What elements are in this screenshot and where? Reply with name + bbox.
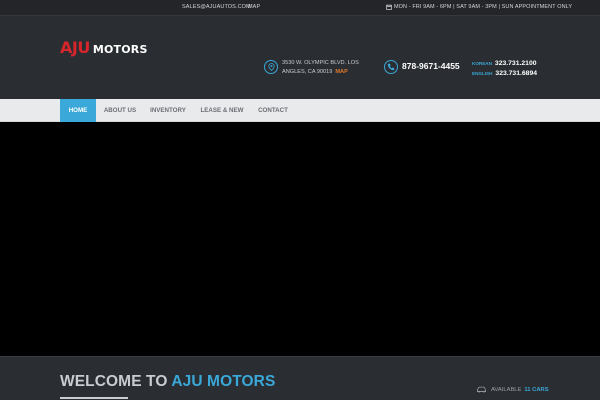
address-map-link[interactable]: MAP: [335, 69, 347, 75]
phone-icon: [384, 60, 398, 74]
nav-item-about-us[interactable]: ABOUT US: [98, 99, 142, 122]
main-nav: HOME ABOUT US INVENTORY LEASE & NEW CONT…: [0, 99, 600, 122]
site-header: AJU MOTORS 3530 W. OLYMPIC BLVD. LOS ANG…: [0, 16, 600, 100]
hero-slider[interactable]: [0, 122, 600, 356]
business-hours-text: MON - FRI 9AM - 6PM | SAT 9AM - 3PM | SU…: [394, 4, 573, 10]
language-phone-lines: KOREAN 323.731.2100 ENGLISH 323.731.6894: [472, 59, 537, 79]
calendar-icon: [386, 4, 392, 10]
welcome-heading: WELCOME TO AJU MOTORS: [60, 373, 275, 391]
available-label: AVAILABLE: [491, 386, 522, 393]
car-icon: [476, 386, 487, 393]
english-label: ENGLISH: [472, 71, 493, 76]
nav-item-lease-new[interactable]: LEASE & NEW: [196, 99, 248, 122]
korean-phone-number: 323.731.2100: [494, 60, 537, 67]
korean-phone-line[interactable]: KOREAN 323.731.2100: [472, 59, 537, 69]
logo-motors: MOTORS: [92, 43, 148, 56]
english-phone-number: 323.731.6894: [495, 70, 537, 77]
nav-item-home[interactable]: HOME: [60, 99, 96, 122]
address-line-2: ANGLES, CA 90019: [282, 69, 333, 75]
topbar-map-link[interactable]: MAP: [248, 4, 260, 10]
welcome-prefix: WELCOME TO: [60, 373, 168, 390]
logo-aju: AJU: [60, 38, 90, 57]
main-phone-number[interactable]: 878-9671-4455: [402, 61, 460, 71]
address-line-1: 3530 W. OLYMPIC BLVD. LOS: [282, 60, 359, 66]
welcome-brand: AJU MOTORS: [171, 373, 276, 390]
business-hours: MON - FRI 9AM - 6PM | SAT 9AM - 3PM | SU…: [386, 4, 572, 10]
welcome-underline: [60, 397, 128, 399]
english-phone-line[interactable]: ENGLISH 323.731.6894: [472, 69, 537, 79]
available-cars[interactable]: AVAILABLE 11 CARS: [476, 386, 549, 393]
top-bar: SALES@AJUAUTOS.COM MAP MON - FRI 9AM - 6…: [0, 0, 600, 16]
welcome-section: WELCOME TO AJU MOTORS AVAILABLE 11 CARS: [0, 356, 600, 400]
nav-item-contact[interactable]: CONTACT: [252, 99, 294, 122]
site-logo[interactable]: AJU MOTORS: [60, 38, 148, 57]
email-link[interactable]: SALES@AJUAUTOS.COM: [182, 4, 251, 10]
korean-label: KOREAN: [472, 61, 492, 66]
address-block: 3530 W. OLYMPIC BLVD. LOS ANGLES, CA 900…: [282, 59, 359, 77]
nav-item-inventory[interactable]: INVENTORY: [144, 99, 192, 122]
map-pin-icon: [264, 60, 278, 74]
available-count: 11 CARS: [524, 386, 549, 393]
